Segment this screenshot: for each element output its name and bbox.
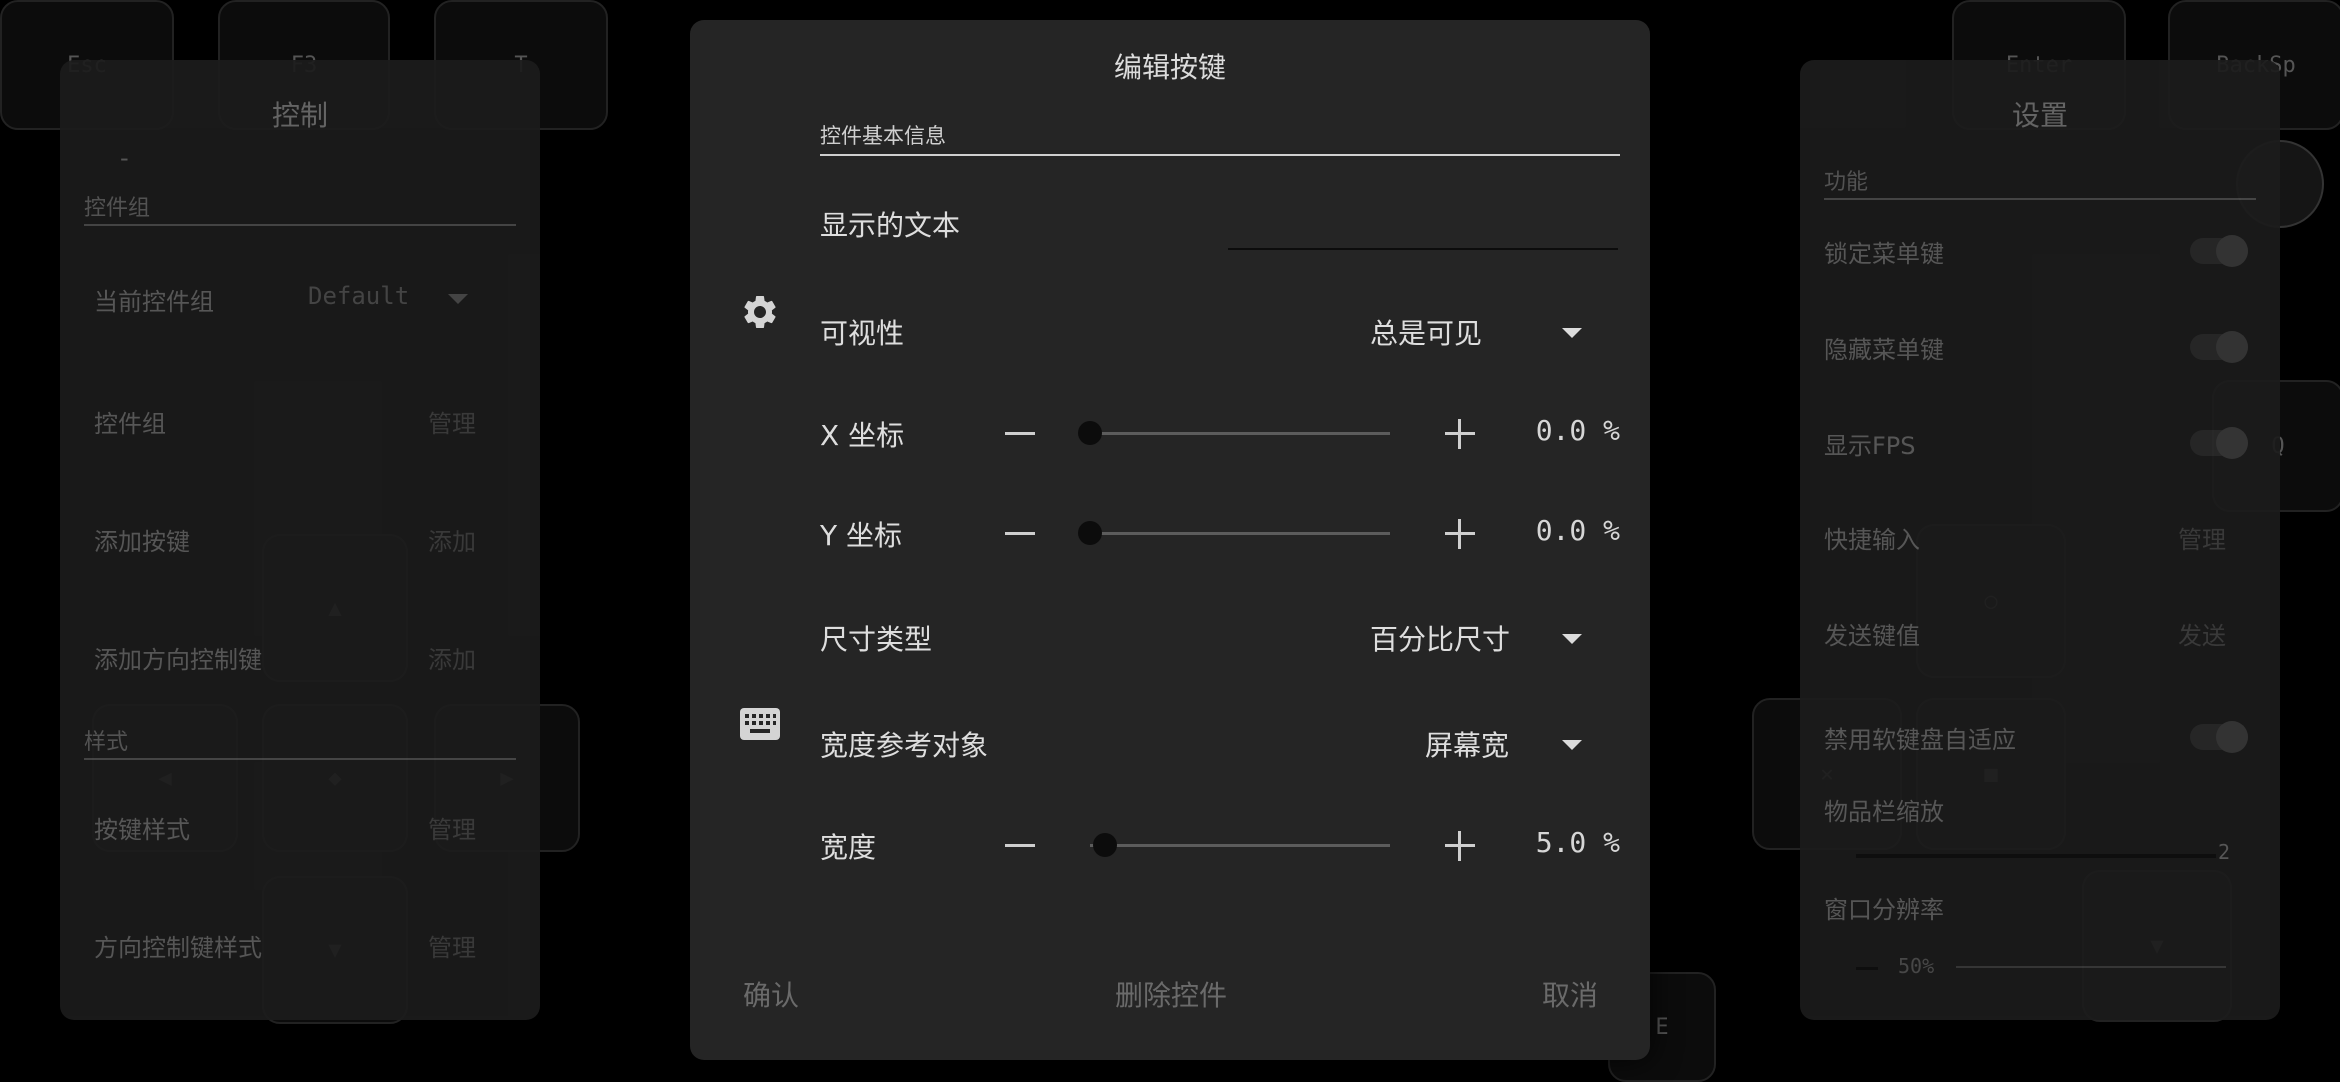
y-slider-track[interactable]	[1090, 532, 1390, 535]
x-coordinate-label: X 坐标	[820, 419, 905, 452]
width-reference-select[interactable]: 屏幕宽	[1310, 712, 1600, 772]
y-slider-knob[interactable]	[1078, 521, 1102, 545]
display-text-label: 显示的文本	[820, 209, 961, 242]
section-function: 功能	[1824, 170, 1869, 195]
chevron-down-icon	[1562, 634, 1582, 644]
key-style-manage-button[interactable]: 管理	[428, 810, 476, 845]
size-type-label: 尺寸类型	[820, 623, 933, 656]
settings-panel: 设置 功能 锁定菜单键 隐藏菜单键 显示FPS 快捷输入 管理 发送键值 发送 …	[1800, 60, 2280, 1020]
send-key-label: 发送键值	[1824, 622, 1920, 650]
current-group-value: Default	[308, 282, 410, 310]
visibility-select[interactable]: 总是可见	[1310, 300, 1600, 360]
quick-input-manage-button[interactable]: 管理	[2178, 520, 2226, 555]
key-style-label: 按键样式	[94, 816, 190, 844]
add-key-button[interactable]: 添加	[428, 522, 476, 557]
e-key-label: E	[1655, 1014, 1669, 1040]
dash-text: -	[120, 144, 129, 172]
section-control-group: 控件组	[84, 196, 151, 221]
window-resolution-slider[interactable]	[1956, 966, 2226, 968]
width-reference-value: 屏幕宽	[1425, 729, 1510, 762]
x-minus-icon[interactable]	[1005, 432, 1035, 435]
x-coordinate-value: 0.0 %	[1535, 414, 1620, 447]
dialog-title: 编辑按键	[1113, 51, 1226, 84]
current-group-select[interactable]: Default	[308, 282, 409, 310]
x-slider-track[interactable]	[1090, 432, 1390, 435]
section-divider	[1824, 198, 2256, 200]
width-value: 5.0 %	[1535, 826, 1620, 859]
show-fps-toggle[interactable]	[2190, 427, 2248, 459]
add-dpad-button[interactable]: 添加	[428, 640, 476, 675]
show-fps-label: 显示FPS	[1824, 432, 1916, 460]
quick-input-label: 快捷输入	[1824, 526, 1920, 554]
lock-menu-label: 锁定菜单键	[1824, 240, 1944, 268]
inventory-scale-slider[interactable]	[1856, 854, 2216, 858]
size-type-value: 百分比尺寸	[1370, 623, 1511, 656]
current-group-label: 当前控件组	[94, 288, 214, 316]
section-basic-info: 控件基本信息	[820, 124, 946, 148]
display-text-input[interactable]	[1228, 204, 1618, 250]
chevron-down-icon	[1562, 740, 1582, 750]
control-panel: 控制 - 控件组 当前控件组 Default 控件组 管理 添加按键 添加 添加…	[60, 60, 540, 1020]
section-divider	[84, 758, 516, 760]
hide-menu-label: 隐藏菜单键	[1824, 336, 1944, 364]
window-resolution-label: 窗口分辨率	[1824, 896, 1944, 924]
visibility-value: 总是可见	[1370, 317, 1483, 350]
resolution-minus-icon[interactable]	[1856, 967, 1878, 970]
section-divider	[820, 154, 1620, 156]
gear-icon	[740, 292, 780, 332]
width-label: 宽度	[820, 831, 877, 864]
chevron-down-icon[interactable]	[448, 294, 468, 304]
keyboard-icon	[738, 706, 782, 742]
confirm-button[interactable]: 确认	[743, 974, 799, 1014]
visibility-label: 可视性	[820, 317, 905, 350]
window-resolution-value: 50%	[1898, 954, 1935, 978]
group-manage-button[interactable]: 管理	[428, 404, 476, 439]
x-plus-icon[interactable]	[1445, 419, 1475, 449]
add-key-label: 添加按键	[94, 528, 190, 556]
width-reference-label: 宽度参考对象	[820, 729, 989, 762]
group-label: 控件组	[94, 410, 166, 438]
width-slider-knob[interactable]	[1093, 833, 1117, 857]
x-slider-knob[interactable]	[1078, 421, 1102, 445]
y-coordinate-label: Y 坐标	[820, 519, 903, 552]
lock-menu-toggle[interactable]	[2190, 235, 2248, 267]
width-plus-icon[interactable]	[1445, 831, 1475, 861]
width-minus-icon[interactable]	[1005, 844, 1035, 847]
edit-key-dialog: 编辑按键 控件基本信息 显示的文本 可视性 总是可见 X 坐标 0.0 % Y …	[690, 20, 1650, 1060]
section-style: 样式	[84, 730, 129, 755]
inventory-scale-value: 2	[2218, 840, 2231, 864]
dpad-style-manage-button[interactable]: 管理	[428, 928, 476, 963]
y-coordinate-value: 0.0 %	[1535, 514, 1620, 547]
hide-menu-toggle[interactable]	[2190, 331, 2248, 363]
disable-soft-keyboard-label: 禁用软键盘自适应	[1824, 726, 2016, 754]
chevron-down-icon	[1562, 328, 1582, 338]
control-panel-title: 控制	[271, 99, 328, 132]
settings-panel-title: 设置	[2011, 99, 2068, 132]
cancel-button[interactable]: 取消	[1542, 974, 1598, 1014]
inventory-scale-label: 物品栏缩放	[1824, 798, 1944, 826]
section-divider	[84, 224, 516, 226]
add-dpad-label: 添加方向控制键	[94, 646, 262, 674]
dpad-style-label: 方向控制键样式	[94, 934, 262, 962]
send-key-button[interactable]: 发送	[2178, 616, 2226, 651]
y-minus-icon[interactable]	[1005, 532, 1035, 535]
y-plus-icon[interactable]	[1445, 519, 1475, 549]
width-slider-track[interactable]	[1090, 844, 1390, 847]
disable-soft-keyboard-toggle[interactable]	[2190, 721, 2248, 753]
size-type-select[interactable]: 百分比尺寸	[1310, 606, 1600, 666]
delete-control-button[interactable]: 删除控件	[1115, 974, 1227, 1014]
